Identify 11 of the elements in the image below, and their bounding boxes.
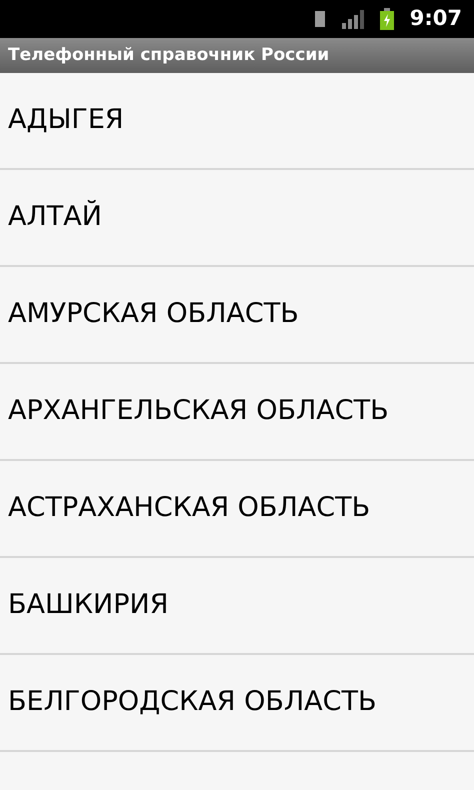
list-item[interactable]: АМУРСКАЯ ОБЛАСТЬ [0, 267, 474, 364]
list-item[interactable]: БАШКИРИЯ [0, 558, 474, 655]
signal-icon [342, 9, 364, 29]
list-item[interactable]: АЛТАЙ [0, 170, 474, 267]
list-item[interactable]: АДЫГЕЯ [0, 73, 474, 170]
list-item[interactable]: БЕЛГОРОДСКАЯ ОБЛАСТЬ [0, 655, 474, 752]
app-title: Телефонный справочник России [8, 44, 330, 67]
status-time: 9:07 [410, 5, 462, 32]
list-item[interactable]: АРХАНГЕЛЬСКАЯ ОБЛАСТЬ [0, 364, 474, 461]
list-item[interactable]: АСТРАХАНСКАЯ ОБЛАСТЬ [0, 461, 474, 558]
battery-icon [380, 8, 394, 30]
